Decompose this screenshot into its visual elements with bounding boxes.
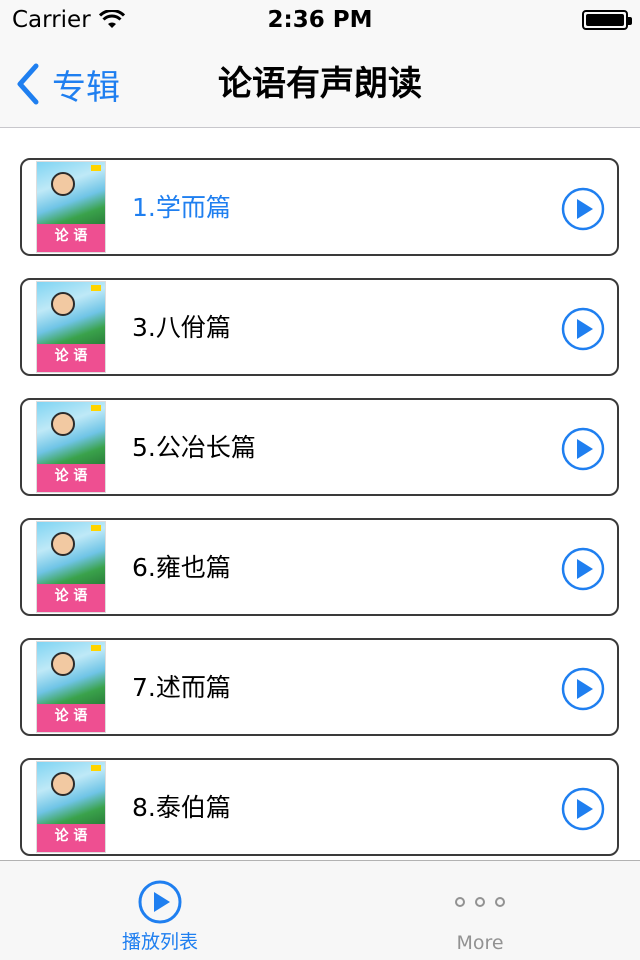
play-circle-icon[interactable] xyxy=(561,427,605,471)
cover-figure xyxy=(51,292,75,316)
cover-illustration xyxy=(37,282,105,344)
tab-more[interactable]: More xyxy=(320,861,640,960)
tab-more-label: More xyxy=(456,932,504,954)
cover-badge xyxy=(91,645,101,651)
album-title: 7.述而篇 xyxy=(132,673,231,702)
album-row[interactable]: 论 语 3.八佾篇 xyxy=(20,278,619,376)
book-cover-thumbnail: 论 语 xyxy=(36,641,106,733)
play-circle-icon[interactable] xyxy=(561,187,605,231)
album-title: 6.雍也篇 xyxy=(132,553,231,582)
status-bar: Carrier 2:36 PM xyxy=(0,0,640,40)
cover-illustration xyxy=(37,762,105,824)
screen: Carrier 2:36 PM 专辑 论语有声朗读 论 语 1.学而篇论 语 3.八… xyxy=(0,0,640,960)
tab-playlist[interactable]: 播放列表 xyxy=(0,861,320,960)
cover-badge xyxy=(91,765,101,771)
book-cover-thumbnail: 论 语 xyxy=(36,281,106,373)
cover-figure xyxy=(51,412,75,436)
cover-badge xyxy=(91,285,101,291)
battery-level xyxy=(586,14,624,26)
status-time: 2:36 PM xyxy=(267,7,373,33)
play-circle-icon[interactable] xyxy=(561,307,605,351)
play-circle-icon[interactable] xyxy=(561,787,605,831)
album-row[interactable]: 论 语 5.公冶长篇 xyxy=(20,398,619,496)
album-title: 8.泰伯篇 xyxy=(132,793,231,822)
navigation-bar: 专辑 论语有声朗读 xyxy=(0,40,640,128)
book-cover-thumbnail: 论 语 xyxy=(36,401,106,493)
cover-figure xyxy=(51,532,75,556)
album-title: 3.八佾篇 xyxy=(132,313,231,342)
cover-illustration xyxy=(37,642,105,704)
more-dots-icon xyxy=(455,897,505,907)
cover-figure xyxy=(51,652,75,676)
cover-badge xyxy=(91,525,101,531)
album-title: 1.学而篇 xyxy=(132,193,231,222)
page-title: 论语有声朗读 xyxy=(218,64,422,104)
cover-title: 论 语 xyxy=(54,468,88,484)
book-cover-thumbnail: 论 语 xyxy=(36,161,106,253)
album-row[interactable]: 论 语 7.述而篇 xyxy=(20,638,619,736)
cover-title: 论 语 xyxy=(54,708,88,724)
cover-illustration xyxy=(37,162,105,224)
book-cover-thumbnail: 论 语 xyxy=(36,761,106,853)
cover-title: 论 语 xyxy=(54,828,88,844)
album-row[interactable]: 论 语 8.泰伯篇 xyxy=(20,758,619,856)
cover-figure xyxy=(51,172,75,196)
album-list[interactable]: 论 语 1.学而篇论 语 3.八佾篇论 语 5.公冶长篇论 语 6.雍也篇论 语 7.述而… xyxy=(0,128,640,860)
cover-badge xyxy=(91,405,101,411)
tab-playlist-label: 播放列表 xyxy=(121,931,198,953)
cover-illustration xyxy=(37,402,105,464)
tab-bar: 播放列表 More xyxy=(0,860,640,960)
play-circle-icon xyxy=(138,880,182,924)
cover-title: 论 语 xyxy=(54,588,88,604)
cover-figure xyxy=(51,772,75,796)
album-row[interactable]: 论 语 1.学而篇 xyxy=(20,158,619,256)
cover-title: 论 语 xyxy=(54,348,88,364)
cover-title: 论 语 xyxy=(54,228,88,244)
play-circle-icon[interactable] xyxy=(561,547,605,591)
album-title: 5.公冶长篇 xyxy=(132,433,256,462)
book-cover-thumbnail: 论 语 xyxy=(36,521,106,613)
cover-badge xyxy=(91,165,101,171)
battery-icon xyxy=(582,10,632,30)
cover-illustration xyxy=(37,522,105,584)
play-circle-icon[interactable] xyxy=(561,667,605,711)
album-row[interactable]: 论 语 6.雍也篇 xyxy=(20,518,619,616)
